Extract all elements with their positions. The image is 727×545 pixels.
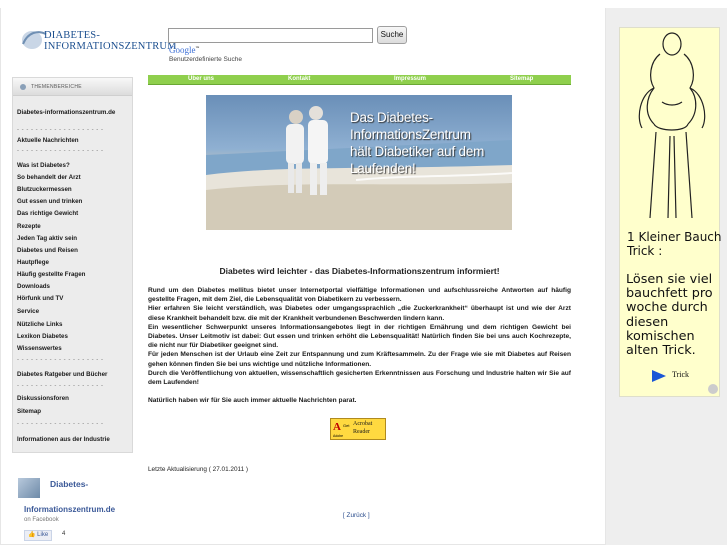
hero-caption-line: Laufenden! xyxy=(350,161,416,176)
like-label: Like xyxy=(37,532,49,538)
ad-body-line: woche durch xyxy=(626,300,708,316)
facebook-page-name-2[interactable]: Informationszentrum.de xyxy=(24,505,115,514)
sidebar-item[interactable]: Das richtige Gewicht xyxy=(17,210,78,217)
sidebar-separator: - - - - - - - - - - - - - - - - - - - xyxy=(17,383,104,389)
play-arrow-icon xyxy=(652,370,666,382)
ad-headline-line: 1 Kleiner Bauch xyxy=(627,230,722,244)
ad-body-line: diesen xyxy=(626,314,669,330)
sidebar-item[interactable]: Diskussionsforen xyxy=(17,395,69,402)
search-button[interactable]: Suche xyxy=(377,26,407,44)
on-facebook-label: on Facebook xyxy=(24,517,59,523)
section-bullet-icon xyxy=(20,84,26,90)
sidebar-item[interactable]: Wissenswertes xyxy=(17,345,62,352)
facebook-like-button[interactable]: 👍 Like xyxy=(24,530,52,541)
intro-paragraph: Für jeden Menschen ist der Urlaub eine Z… xyxy=(148,351,571,368)
sidebar-separator: - - - - - - - - - - - - - - - - - - - xyxy=(17,127,104,133)
sidebar-item[interactable]: Häufig gestellte Fragen xyxy=(17,271,85,278)
acrobat-line-1: Acrobat xyxy=(353,421,373,427)
hero-caption: Das Diabetes- InformationsZentrum hält D… xyxy=(350,109,484,177)
adobe-logo-icon: A xyxy=(333,421,341,433)
nav-kontakt[interactable]: Kontakt xyxy=(288,76,310,82)
ad-body-line: komischen xyxy=(626,328,695,344)
nav-sitemap[interactable]: Sitemap xyxy=(510,76,533,82)
sidebar-item[interactable]: Diabetes-informationszentrum.de xyxy=(17,109,115,116)
ad-headline: 1 Kleiner Bauch Trick : xyxy=(627,230,722,258)
intro-paragraph: Natürlich haben wir für Sie auch immer a… xyxy=(148,397,357,405)
google-logo: Google™ xyxy=(169,45,200,55)
search-input[interactable] xyxy=(168,28,373,43)
intro-text: Rund um den Diabetes mellitus bietet uns… xyxy=(148,286,571,405)
sidebar-item[interactable]: Was ist Diabetes? xyxy=(17,162,70,169)
sidebar-header: THEMENBEREICHE xyxy=(13,78,132,96)
sidebar-item[interactable]: Jeden Tag aktiv sein xyxy=(17,235,77,242)
sidebar-item[interactable]: Hautpflege xyxy=(17,259,49,266)
sidebar-item[interactable]: Diabetes Ratgeber und Bücher xyxy=(17,371,107,378)
ad-body-line: bauchfett pro xyxy=(626,286,713,302)
sidebar-item[interactable]: Informationen aus der Industrie xyxy=(17,436,110,443)
nav-impressum[interactable]: Impressum xyxy=(394,76,426,82)
sidebar-item[interactable]: Downloads xyxy=(17,283,50,290)
top-navigation: Über uns Kontakt Impressum Sitemap xyxy=(148,75,571,85)
site-logo[interactable]: DIABETES- INFORMATIONSZENTRUM xyxy=(20,24,177,62)
woman-illustration xyxy=(638,32,706,219)
acrobat-line-2: Reader xyxy=(353,429,370,435)
sidebar-item[interactable]: Sitemap xyxy=(17,408,41,415)
sidebar-item[interactable]: Blutzuckermessen xyxy=(17,186,72,193)
ad-headline-line: Trick : xyxy=(627,244,663,258)
sidebar-separator: - - - - - - - - - - - - - - - - - - - xyxy=(17,148,104,154)
sidebar-item[interactable]: So behandelt der Arzt xyxy=(17,174,81,181)
sidebar-item[interactable]: Rezepte xyxy=(17,223,41,230)
ad-info-icon[interactable] xyxy=(708,384,718,394)
hero-caption-line: Das Diabetes- xyxy=(350,110,433,125)
thumbs-up-icon: 👍 xyxy=(28,532,36,538)
facebook-page-name-1[interactable]: Diabetes- xyxy=(50,479,88,489)
ad-body: Lösen sie viel bauchfett pro woche durch… xyxy=(626,272,721,359)
facebook-page-thumbnail[interactable] xyxy=(18,478,40,498)
last-updated: Letzte Aktualisierung ( 27.01.2011 ) xyxy=(148,466,249,473)
sidebar-item[interactable]: Gut essen und trinken xyxy=(17,198,82,205)
like-count: 4 xyxy=(62,531,66,537)
hero-caption-line: hält Diabetiker auf dem xyxy=(350,144,485,159)
sidebar-item[interactable]: Lexikon Diabetes xyxy=(17,333,68,340)
acrobat-get-label: Get xyxy=(343,423,350,428)
back-link[interactable]: [ Zurück ] xyxy=(343,512,370,519)
sidebar-item[interactable]: Aktuelle Nachrichten xyxy=(17,137,79,144)
intro-paragraph: Ein wesentlicher Schwerpunkt unseres Inf… xyxy=(148,323,571,350)
facebook-like-box: Diabetes- Informationszentrum.de on Face… xyxy=(18,478,136,542)
google-custom-search-label: Benutzerdefinierte Suche xyxy=(169,56,242,63)
sidebar-header-label: THEMENBEREICHE xyxy=(31,84,82,90)
ad-body-line: alten Trick. xyxy=(626,343,696,359)
nav-ueber-uns[interactable]: Über uns xyxy=(188,76,214,82)
ad-cta[interactable]: Trick xyxy=(672,370,689,379)
sidebar-item[interactable]: Nützliche Links xyxy=(17,321,62,328)
google-wordmark: Google xyxy=(169,45,196,55)
intro-paragraph: Hier erfahren Sie leicht verständlich, w… xyxy=(148,305,571,322)
hero-image: Das Diabetes- InformationsZentrum hält D… xyxy=(206,95,512,230)
ad-body-line: Lösen sie viel xyxy=(626,272,713,287)
sidebar-separator: - - - - - - - - - - - - - - - - - - - xyxy=(17,357,104,363)
acrobat-adobe-label: Adobe xyxy=(333,434,344,438)
sidebar-separator: - - - - - - - - - - - - - - - - - - - xyxy=(17,421,104,427)
advertisement[interactable]: 1 Kleiner Bauch Trick : Lösen sie viel b… xyxy=(619,27,722,397)
logo-line-1: DIABETES- xyxy=(44,30,101,41)
intro-paragraph: Rund um den Diabetes mellitus bietet uns… xyxy=(148,287,571,304)
hero-caption-line: InformationsZentrum xyxy=(350,127,471,142)
sidebar-item[interactable]: Diabetes und Reisen xyxy=(17,247,78,254)
logo-line-2: INFORMATIONSZENTRUM xyxy=(44,41,177,52)
sidebar-item[interactable]: Service xyxy=(17,308,39,315)
page-title: Diabetes wird leichter - das Diabetes-In… xyxy=(219,266,500,276)
intro-paragraph: Durch die Veröffentlichung von aktuellen… xyxy=(148,369,571,387)
sidebar-item[interactable]: Hörfunk und TV xyxy=(17,295,63,302)
get-acrobat-reader-badge[interactable]: A Get Adobe Acrobat Reader xyxy=(330,418,386,440)
